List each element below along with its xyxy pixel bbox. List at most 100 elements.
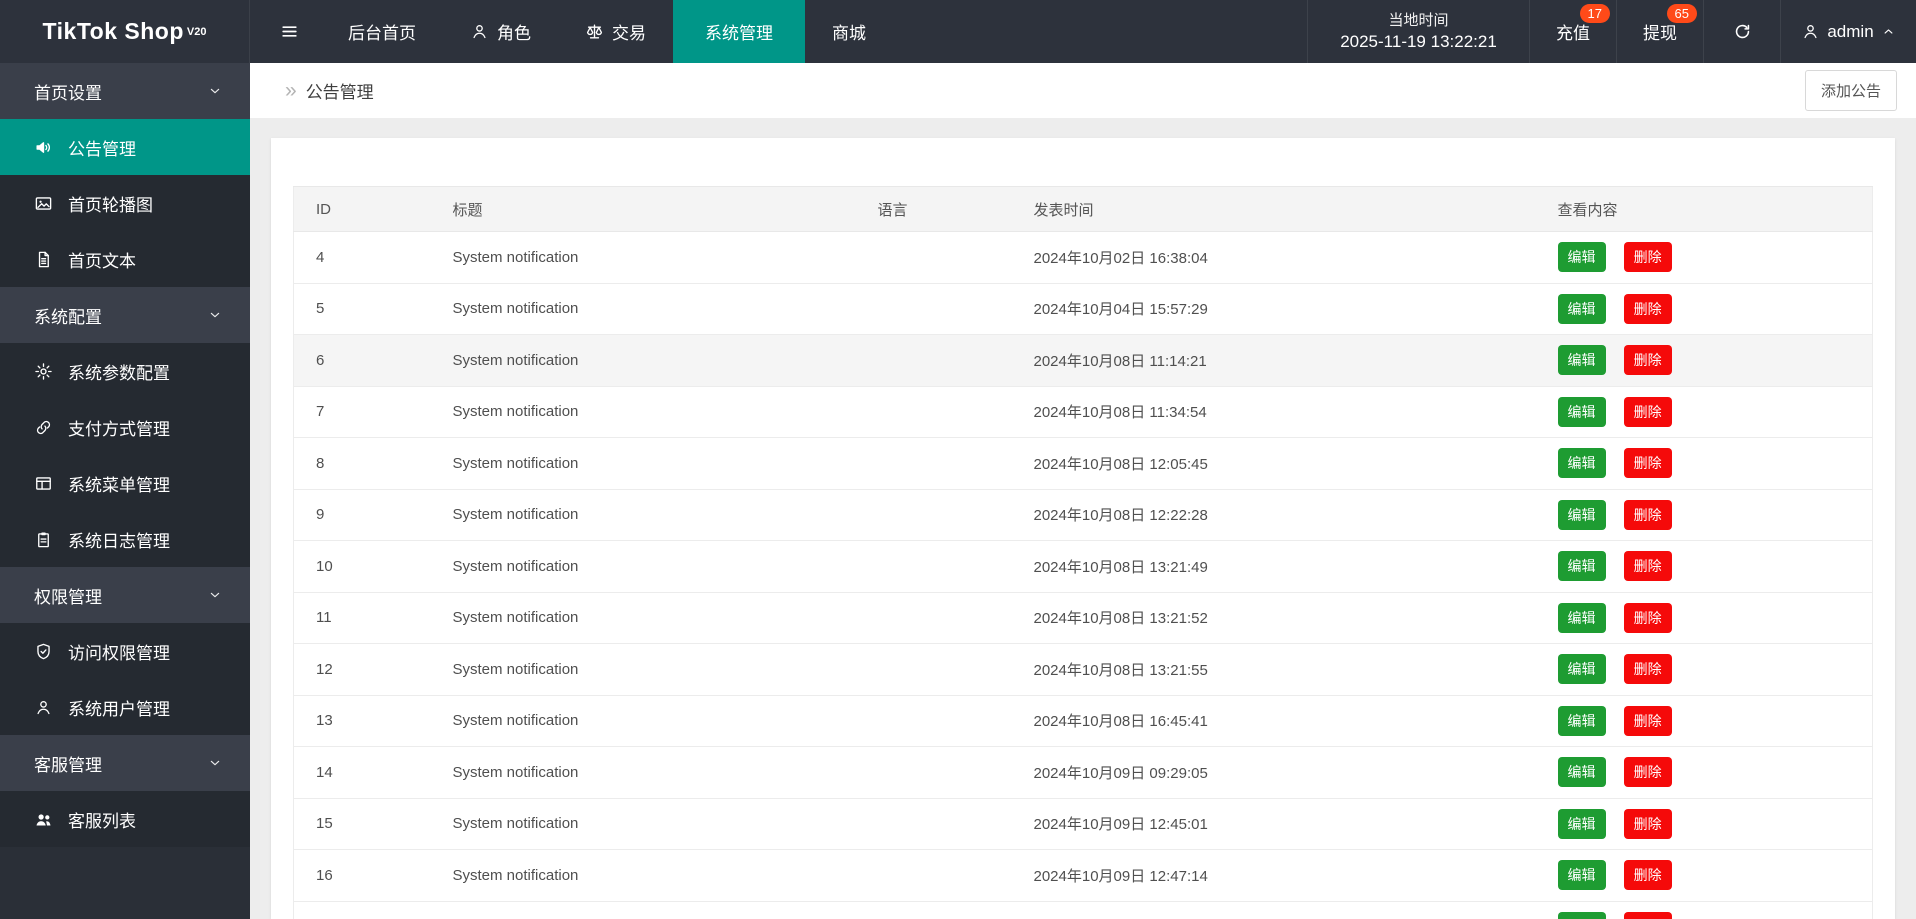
recharge-badge: 17 <box>1579 4 1610 23</box>
app-logo: TikTok Shop V20 <box>0 0 250 63</box>
column-header-1: 标题 <box>430 186 856 232</box>
edit-button[interactable]: 编辑 <box>1557 757 1606 788</box>
column-header-2: 语言 <box>855 186 1012 232</box>
delete-button[interactable]: 删除 <box>1623 602 1672 633</box>
sidebar-item[interactable]: 首页轮播图 <box>0 175 250 231</box>
nav-item-4[interactable]: 商城 <box>805 0 893 63</box>
local-time-value: 2025-11-19 13:22:21 <box>1340 31 1497 51</box>
sidebar-item[interactable]: 首页文本 <box>0 231 250 287</box>
nav-item-2[interactable]: 交易 <box>558 0 673 63</box>
cell-date: 2024年10月08日 12:22:28 <box>1011 489 1536 541</box>
cell-actions: 编辑 删除 <box>1535 334 1873 387</box>
announcements-table: ID 标题 语言 发表时间 查看内容 4 System notification 202… <box>293 186 1873 919</box>
edit-button[interactable]: 编辑 <box>1557 293 1606 324</box>
recharge-label: 充值 <box>1556 24 1590 43</box>
edit-button[interactable]: 编辑 <box>1557 654 1606 685</box>
withdraw-button[interactable]: 提现 65 <box>1616 0 1703 63</box>
sidebar-item[interactable]: 系统日志管理 <box>0 511 250 567</box>
cell-date: 2024年10月08日 12:05:45 <box>1011 437 1536 490</box>
cell-actions: 编辑 删除 <box>1535 849 1873 902</box>
sidebar-item[interactable]: 访问权限管理 <box>0 623 250 679</box>
hamburger-icon <box>280 22 299 41</box>
edit-button[interactable]: 编辑 <box>1557 705 1606 736</box>
recharge-button[interactable]: 充值 17 <box>1529 0 1616 63</box>
edit-button[interactable]: 编辑 <box>1557 602 1606 633</box>
delete-button[interactable]: 删除 <box>1623 499 1672 530</box>
delete-button[interactable]: 删除 <box>1623 551 1672 582</box>
delete-button[interactable]: 删除 <box>1623 242 1672 273</box>
table-row: 7 System notification 2024年10月08日 11:34:… <box>293 386 1873 438</box>
delete-button[interactable]: 删除 <box>1623 345 1672 376</box>
sidebar-item-label: 系统菜单管理 <box>68 475 170 495</box>
edit-button[interactable]: 编辑 <box>1557 499 1606 530</box>
cell-title: System notification <box>430 695 856 747</box>
sidebar-item-label: 系统日志管理 <box>68 531 170 551</box>
add-announcement-button[interactable]: 添加公告 <box>1804 70 1897 111</box>
cell-id: 11 <box>293 592 431 644</box>
delete-button[interactable]: 删除 <box>1623 911 1672 919</box>
scales-icon <box>585 22 604 41</box>
app-logo-version: V20 <box>186 25 207 38</box>
cell-id: 9 <box>293 489 431 541</box>
main-area: » 公告管理 添加公告 ID 标题 语言 发表时间 查看内容 4 System noti… <box>250 63 1916 919</box>
cell-actions: 编辑 删除 <box>1535 592 1873 644</box>
sidebar-item[interactable]: 客服列表 <box>0 791 250 847</box>
refresh-icon <box>1733 22 1752 41</box>
nav-item-1[interactable]: 角色 <box>443 0 558 63</box>
cell-title: System notification <box>430 643 856 696</box>
cell-language <box>855 283 1012 335</box>
sidebar-group-header-2[interactable]: 权限管理 <box>0 567 250 623</box>
delete-button[interactable]: 删除 <box>1623 705 1672 736</box>
delete-button[interactable]: 删除 <box>1623 654 1672 685</box>
edit-button[interactable]: 编辑 <box>1557 242 1606 273</box>
sidebar-group-label: 客服管理 <box>34 755 102 775</box>
cell-language <box>855 386 1012 438</box>
shield-check-icon <box>34 642 53 661</box>
nav-item-0[interactable]: 后台首页 <box>321 0 443 63</box>
edit-button[interactable]: 编辑 <box>1557 860 1606 891</box>
delete-button[interactable]: 删除 <box>1623 293 1672 324</box>
delete-button[interactable]: 删除 <box>1623 860 1672 891</box>
link-icon <box>34 418 53 437</box>
delete-button[interactable]: 删除 <box>1623 757 1672 788</box>
announcements-card: ID 标题 语言 发表时间 查看内容 4 System notification 202… <box>271 138 1895 919</box>
table-row: 5 System notification 2024年10月04日 15:57:… <box>293 283 1873 335</box>
sidebar-item-label: 访问权限管理 <box>68 643 170 663</box>
cell-title <box>430 901 856 919</box>
sidebar-group-header-3[interactable]: 客服管理 <box>0 735 250 791</box>
edit-button[interactable]: 编辑 <box>1557 345 1606 376</box>
cell-actions: 编辑 删除 <box>1535 489 1873 541</box>
nav-item-3[interactable]: 系统管理 <box>673 0 805 63</box>
edit-button[interactable]: 编辑 <box>1557 448 1606 479</box>
sidebar-group-header-0[interactable]: 首页设置 <box>0 63 250 119</box>
refresh-button[interactable] <box>1703 0 1780 63</box>
cell-date <box>1011 901 1536 919</box>
column-header-3: 发表时间 <box>1011 186 1536 232</box>
edit-button[interactable]: 编辑 <box>1557 396 1606 427</box>
table-row: 11 System notification 2024年10月08日 13:21… <box>293 592 1873 644</box>
sidebar-item[interactable]: 支付方式管理 <box>0 399 250 455</box>
delete-button[interactable]: 删除 <box>1623 448 1672 479</box>
edit-button[interactable]: 编辑 <box>1557 808 1606 839</box>
edit-button[interactable]: 编辑 <box>1557 911 1606 919</box>
sidebar-item[interactable]: 系统用户管理 <box>0 679 250 735</box>
sidebar-group-header-1[interactable]: 系统配置 <box>0 287 250 343</box>
sidebar-item[interactable]: 公告管理 <box>0 119 250 175</box>
gear-icon <box>34 362 53 381</box>
cell-date: 2024年10月02日 16:38:04 <box>1011 231 1536 284</box>
cell-actions: 编辑 删除 <box>1535 901 1873 919</box>
cell-date: 2024年10月08日 13:21:49 <box>1011 540 1536 593</box>
user-menu[interactable]: admin <box>1780 0 1916 63</box>
table-row: 8 System notification 2024年10月08日 12:05:… <box>293 437 1873 490</box>
edit-button[interactable]: 编辑 <box>1557 551 1606 582</box>
table-row: 4 System notification 2024年10月02日 16:38:… <box>293 231 1873 284</box>
sidebar: 首页设置 公告管理 首页轮播图 首页文本 系统配置 系统参数配置 支付方式管理 系… <box>0 63 250 919</box>
cell-date: 2024年10月08日 11:34:54 <box>1011 386 1536 438</box>
sidebar-item[interactable]: 系统参数配置 <box>0 343 250 399</box>
delete-button[interactable]: 删除 <box>1623 808 1672 839</box>
table-row: 10 System notification 2024年10月08日 13:21… <box>293 540 1873 593</box>
sidebar-toggle-button[interactable] <box>250 0 321 63</box>
local-time-label: 当地时间 <box>1388 11 1449 29</box>
delete-button[interactable]: 删除 <box>1623 396 1672 427</box>
sidebar-item[interactable]: 系统菜单管理 <box>0 455 250 511</box>
